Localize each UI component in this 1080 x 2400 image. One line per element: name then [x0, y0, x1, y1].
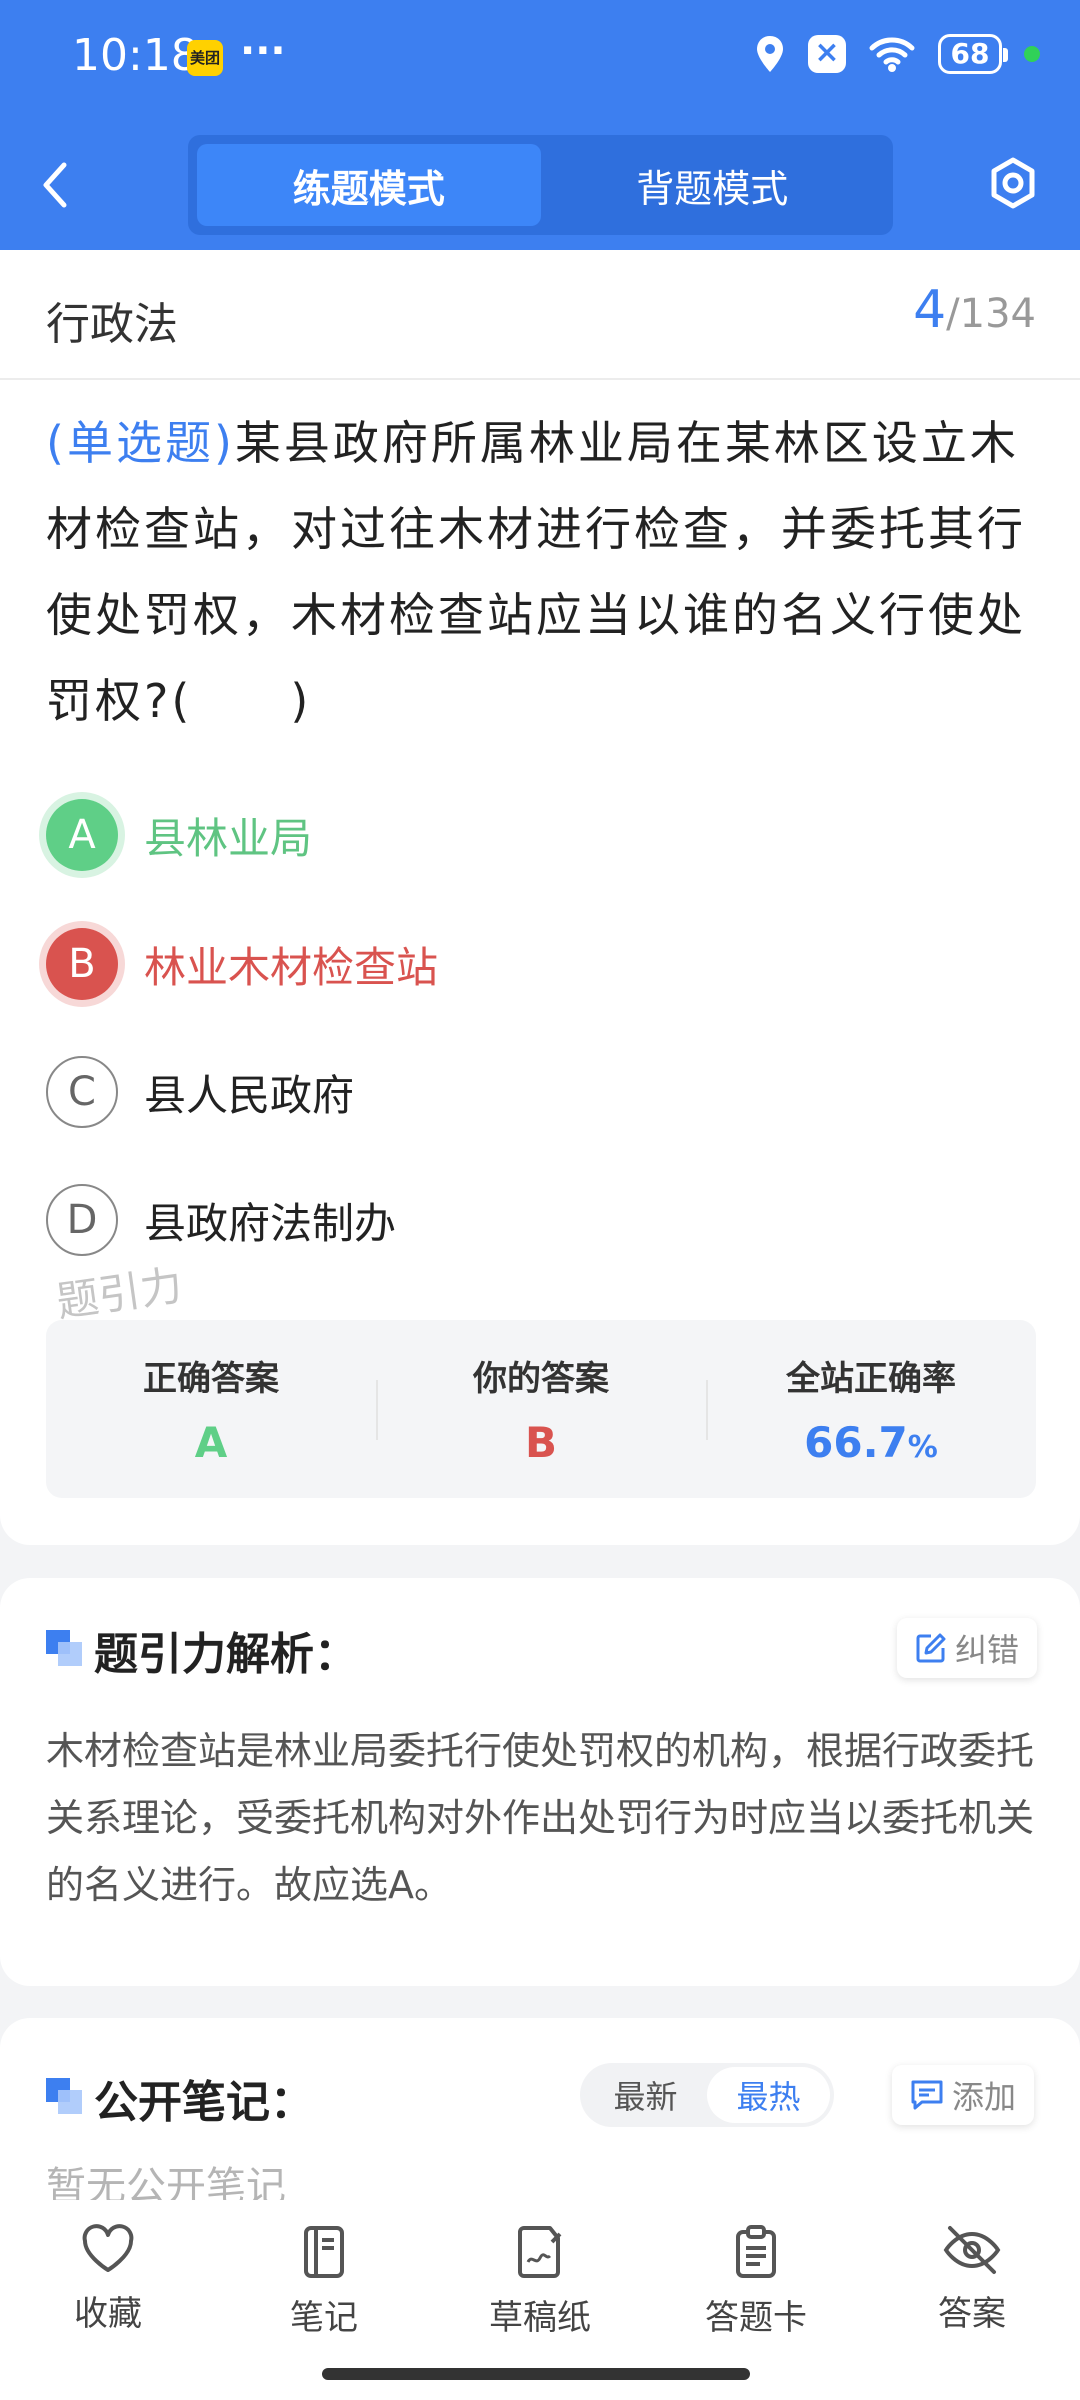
option-a[interactable]: A 县林业局: [46, 790, 312, 880]
option-b-text: 林业木材检查站: [144, 942, 439, 992]
stat-accuracy-rate: 全站正确率 66.7%: [706, 1320, 1036, 1498]
question-counter[interactable]: 4/134: [913, 280, 1036, 340]
draft-paper-label: 草稿纸: [489, 2298, 591, 2338]
current-question-number: 4: [913, 280, 947, 340]
status-icons: × 68: [754, 34, 1040, 74]
option-c[interactable]: C 县人民政府: [46, 1047, 354, 1137]
eye-off-icon: [943, 2226, 1001, 2274]
subject-title: 行政法: [46, 299, 178, 350]
answer-sheet-label: 答题卡: [705, 2298, 807, 2338]
sort-hottest[interactable]: 最热: [707, 2067, 830, 2123]
section-icon: [46, 2078, 82, 2114]
option-c-text: 县人民政府: [144, 1070, 355, 1120]
add-note-button[interactable]: 添加: [892, 2065, 1035, 2125]
correct-answer-label: 正确答案: [143, 1359, 279, 1399]
location-icon: [757, 36, 783, 72]
correct-answer-value: A: [194, 1418, 228, 1467]
your-answer-value: B: [524, 1418, 557, 1467]
stat-correct-answer: 正确答案 A: [46, 1320, 376, 1498]
report-error-button[interactable]: 纠错: [897, 1618, 1038, 1678]
option-d-letter: D: [46, 1184, 118, 1256]
section-icon: [46, 1630, 82, 1666]
top-app-bar: 10:18 美团 ··· × 68 练题模式 背题模式: [0, 0, 1080, 250]
notes-sort-toggle: 最新 最热: [580, 2063, 834, 2127]
tab-practice-mode[interactable]: 练题模式: [197, 144, 541, 226]
question-card: 行政法 4/134 (单选题)某县政府所属林业局在某林区设立木材检查站，对过往木…: [0, 250, 1080, 1545]
favorite-button[interactable]: 收藏: [0, 2200, 216, 2400]
accuracy-rate-number: 66.7: [804, 1418, 908, 1467]
your-answer-label: 你的答案: [473, 1359, 609, 1399]
app-notification-icon: ×: [808, 35, 846, 73]
accuracy-rate-unit: %: [907, 1430, 938, 1465]
status-time: 10:18: [72, 30, 199, 81]
stat-your-answer: 你的答案 B: [376, 1320, 706, 1498]
comment-icon: [911, 2080, 943, 2110]
accuracy-rate-value: 66.7%: [804, 1418, 938, 1467]
option-a-text: 县林业局: [144, 813, 313, 863]
option-b-letter: B: [46, 928, 118, 1000]
question-text: (单选题)某县政府所属林业局在某林区设立木材检查站，对过往木材进行检查，并委托其…: [46, 400, 1038, 744]
option-d[interactable]: D 县政府法制办: [46, 1175, 396, 1265]
accuracy-rate-label: 全站正确率: [786, 1359, 956, 1399]
battery-icon: 68: [938, 34, 1008, 74]
privacy-indicator-dot: [1024, 46, 1040, 62]
tab-recite-mode[interactable]: 背题模式: [541, 144, 885, 226]
option-b[interactable]: B 林业木材检查站: [46, 919, 438, 1009]
question-type-tag: (单选题): [46, 416, 235, 470]
favorite-label: 收藏: [74, 2294, 142, 2334]
answer-stats: 正确答案 A 你的答案 B 全站正确率 66.7%: [46, 1320, 1036, 1498]
more-notifications-icon: ···: [240, 28, 286, 74]
explanation-text: 木材检查站是林业局委托行使处罚权的机构，根据行政委托关系理论，受委托机构对外作出…: [46, 1729, 1035, 1907]
back-arrow-icon: [43, 162, 67, 208]
explanation-title: 题引力解析：: [94, 1629, 358, 1680]
answer-sheet-icon: [736, 2225, 776, 2278]
edit-icon: [916, 1633, 946, 1663]
notes-label: 笔记: [290, 2298, 358, 2338]
settings-button[interactable]: [980, 150, 1046, 216]
divider: [0, 378, 1080, 380]
show-answer-button[interactable]: 答案: [864, 2200, 1080, 2400]
meituan-notification-icon: 美团: [187, 40, 223, 76]
notebook-icon: [304, 2226, 344, 2278]
mode-switch: 练题模式 背题模式: [188, 135, 893, 235]
wifi-icon: [869, 37, 915, 72]
option-a-letter: A: [46, 799, 118, 871]
option-d-text: 县政府法制办: [144, 1198, 397, 1248]
heart-icon: [82, 2224, 134, 2272]
option-c-letter: C: [46, 1056, 118, 1128]
back-button[interactable]: [40, 155, 90, 215]
notes-title: 公开笔记：: [94, 2077, 314, 2128]
add-note-label: 添加: [952, 2078, 1017, 2116]
explanation-card: 题引力解析： 纠错 木材检查站是林业局委托行使处罚权的机构，根据行政委托关系理论…: [0, 1578, 1080, 1986]
total-questions: /134: [946, 291, 1036, 337]
show-answer-label: 答案: [938, 2294, 1006, 2334]
home-indicator[interactable]: [322, 2368, 750, 2380]
settings-icon: [991, 157, 1035, 209]
report-error-label: 纠错: [955, 1631, 1020, 1669]
draft-icon: [518, 2226, 562, 2278]
sort-latest[interactable]: 最新: [584, 2067, 707, 2123]
